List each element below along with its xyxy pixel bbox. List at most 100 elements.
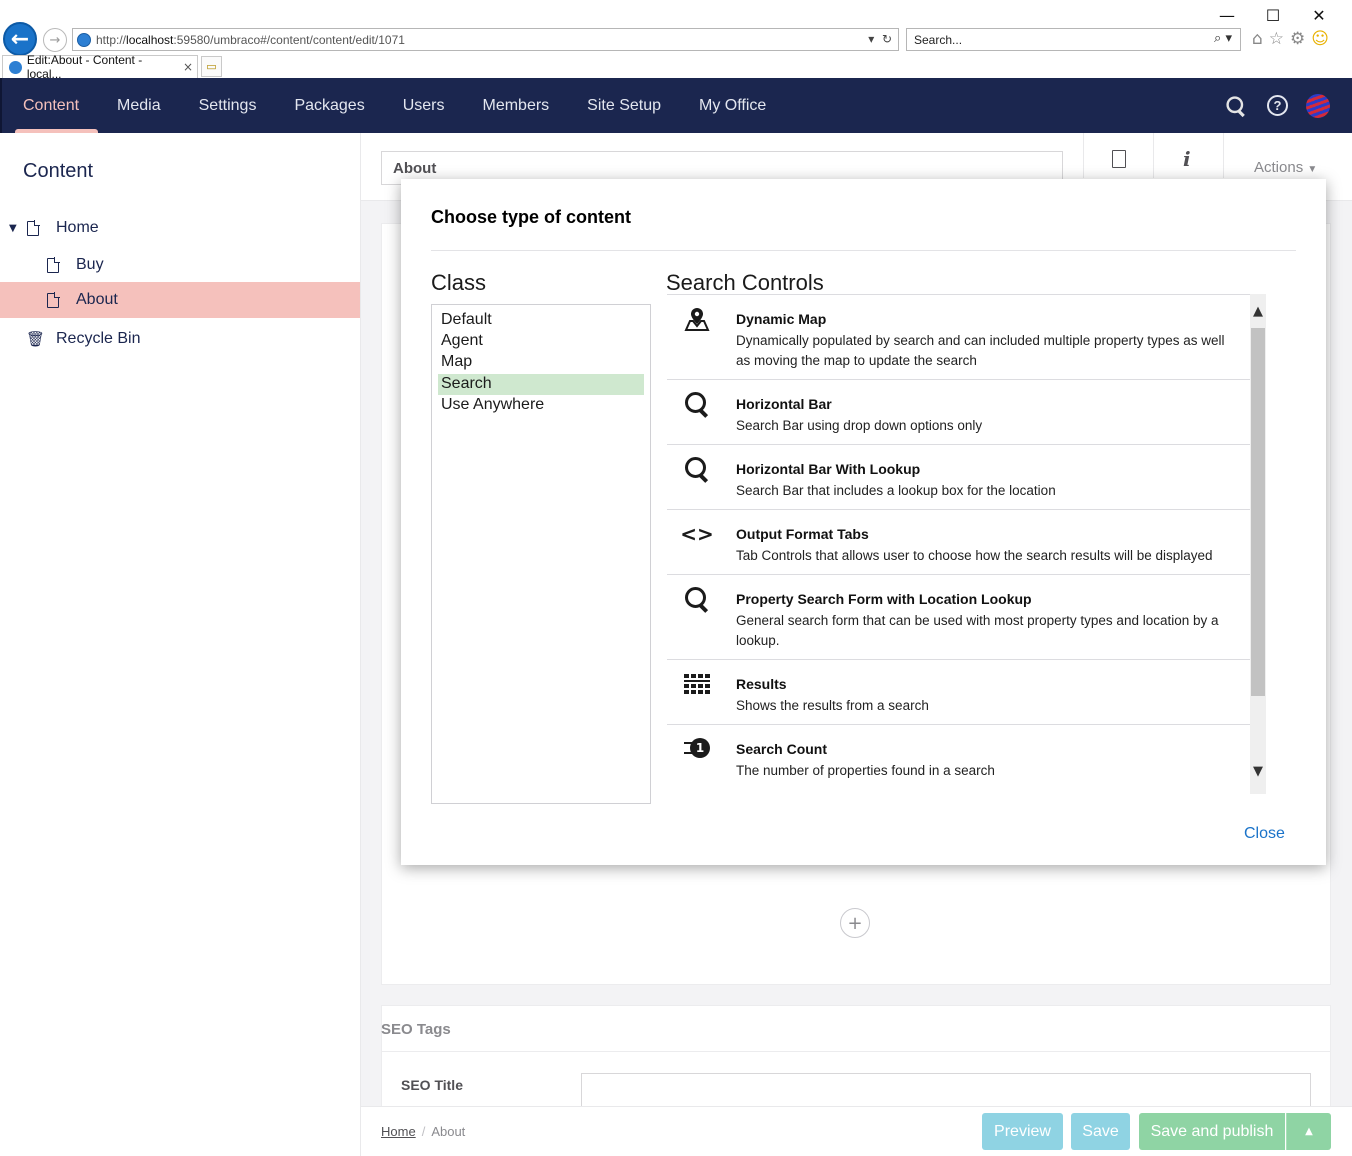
- refresh-icon[interactable]: ↻: [882, 32, 892, 46]
- tree-item-label: Recycle Bin: [56, 330, 141, 347]
- class-list[interactable]: Default Agent Map Search Use Anywhere: [431, 304, 651, 804]
- breadcrumb: Home / About: [381, 1124, 465, 1139]
- scroll-up-icon[interactable]: ▲: [1250, 304, 1266, 319]
- browser-search-input[interactable]: Search... ⌕ ▾: [906, 28, 1241, 51]
- class-item-map[interactable]: Map: [438, 352, 644, 373]
- smiley-icon[interactable]: ☺: [1311, 29, 1329, 49]
- control-name: Results: [736, 676, 787, 692]
- nav-site-setup[interactable]: Site Setup: [568, 78, 680, 133]
- scroll-down-icon[interactable]: ▼: [1250, 764, 1266, 779]
- nav-users[interactable]: Users: [384, 78, 464, 133]
- browser-tab[interactable]: Edit:About - Content - local... ×: [2, 53, 198, 81]
- url-rest: :59580/umbraco#/content/content/edit/107…: [173, 32, 405, 47]
- nav-sections: Content Media Settings Packages Users Me…: [2, 78, 1352, 133]
- forward-button[interactable]: →: [43, 28, 67, 52]
- seo-title-label: SEO Title: [401, 1077, 463, 1093]
- control-item-dynamic-map[interactable]: Dynamic Map Dynamically populated by sea…: [667, 294, 1250, 379]
- tab-close-icon[interactable]: ×: [183, 60, 193, 74]
- save-and-publish-button[interactable]: Save and publish: [1139, 1113, 1285, 1150]
- tab-favicon-icon: [9, 60, 22, 74]
- control-name: Horizontal Bar: [736, 396, 832, 412]
- tree-item-about[interactable]: About: [0, 282, 360, 318]
- nav-media[interactable]: Media: [98, 78, 180, 133]
- close-button[interactable]: Close: [1244, 825, 1285, 843]
- tree-item-buy[interactable]: Buy: [0, 247, 360, 283]
- seo-divider: [381, 1051, 1331, 1052]
- breadcrumb-home[interactable]: Home: [381, 1124, 416, 1139]
- close-window-button[interactable]: ✕: [1296, 4, 1342, 26]
- controls-scrollbar[interactable]: ▲ ▼: [1250, 294, 1266, 794]
- control-description: Shows the results from a search: [736, 698, 929, 713]
- actions-dropdown[interactable]: Actions ▼: [1254, 159, 1317, 176]
- minimize-button[interactable]: —: [1204, 4, 1250, 26]
- nav-content[interactable]: Content: [4, 78, 99, 133]
- counter-glyph: 1: [690, 738, 710, 758]
- class-heading: Class: [431, 270, 487, 295]
- home-icon[interactable]: ⌂: [1252, 29, 1263, 49]
- save-button[interactable]: Save: [1071, 1113, 1130, 1150]
- dialog-title: Choose type of content: [431, 207, 632, 227]
- gear-icon[interactable]: ⚙: [1290, 29, 1305, 49]
- tree-item-recycle-bin[interactable]: 🗑 Recycle Bin: [0, 321, 360, 357]
- help-icon[interactable]: ?: [1267, 95, 1288, 116]
- header-divider: [1153, 133, 1154, 178]
- document-icon: [47, 292, 60, 308]
- content-tree-sidebar: Content ▼ Home Buy About 🗑 Recycle Bin: [0, 133, 361, 1156]
- control-item-horizontal-bar-lookup[interactable]: Horizontal Bar With Lookup Search Bar th…: [667, 444, 1250, 509]
- nav-settings[interactable]: Settings: [180, 78, 276, 133]
- nav-members[interactable]: Members: [463, 78, 568, 133]
- new-tab-button[interactable]: ▭: [201, 56, 222, 77]
- control-item-output-format-tabs[interactable]: <> Output Format Tabs Tab Controls that …: [667, 509, 1250, 574]
- tree-item-home[interactable]: ▼ Home: [0, 210, 360, 246]
- url-prefix: http://: [96, 32, 127, 47]
- class-item-agent[interactable]: Agent: [438, 331, 644, 352]
- back-button[interactable]: ←: [3, 22, 37, 56]
- dropdown-icon[interactable]: ▾: [868, 32, 874, 46]
- tree-item-label: Buy: [76, 256, 104, 273]
- star-icon[interactable]: ☆: [1269, 29, 1284, 49]
- control-description: Tab Controls that allows user to choose …: [736, 548, 1213, 563]
- control-item-results[interactable]: Results Shows the results from a search: [667, 659, 1250, 724]
- control-description: The number of properties found in a sear…: [736, 763, 995, 778]
- publish-options-button[interactable]: ▲: [1286, 1113, 1331, 1150]
- class-item-search[interactable]: Search: [438, 373, 644, 395]
- search-icon[interactable]: [1226, 95, 1247, 116]
- arrow-left-icon: ←: [10, 26, 30, 52]
- maximize-button[interactable]: ☐: [1250, 4, 1296, 26]
- control-item-property-search-form[interactable]: Property Search Form with Location Looku…: [667, 574, 1250, 659]
- content-app-icon[interactable]: [1112, 150, 1126, 168]
- favicon-icon: [77, 32, 91, 47]
- code-brackets-icon: <>: [680, 522, 714, 546]
- control-item-horizontal-bar[interactable]: Horizontal Bar Search Bar using drop dow…: [667, 379, 1250, 444]
- controls-heading: Search Controls: [666, 270, 824, 295]
- scrollbar-thumb[interactable]: [1251, 328, 1265, 696]
- nav-tools: ?: [1223, 78, 1330, 133]
- seo-title-input[interactable]: [581, 1073, 1311, 1107]
- control-name: Search Count: [736, 741, 828, 757]
- class-item-use-anywhere[interactable]: Use Anywhere: [438, 395, 644, 416]
- new-tab-icon: ▭: [206, 61, 217, 73]
- editor-footer: Home / About Preview Save Save and publish…: [361, 1106, 1352, 1156]
- nav-packages[interactable]: Packages: [275, 78, 383, 133]
- nav-my-office[interactable]: My Office: [680, 78, 785, 133]
- tree-item-label: Home: [56, 219, 99, 236]
- avatar[interactable]: [1306, 93, 1330, 118]
- search-icon[interactable]: ⌕ ▾: [1214, 31, 1232, 46]
- control-description: Dynamically populated by search and can …: [736, 333, 1225, 368]
- breadcrumb-separator: /: [421, 1124, 426, 1139]
- control-item-search-count[interactable]: 1 Search Count The number of properties …: [667, 724, 1250, 789]
- breadcrumb-current: About: [431, 1124, 466, 1139]
- add-row-button[interactable]: +: [840, 908, 870, 938]
- address-bar[interactable]: http://localhost:59580/umbraco#/content/…: [72, 28, 899, 51]
- actions-label: Actions: [1254, 159, 1304, 176]
- preview-button[interactable]: Preview: [982, 1113, 1063, 1150]
- search-icon: [684, 456, 710, 482]
- caret-down-icon[interactable]: ▼: [9, 223, 17, 234]
- window-controls: — ☐ ✕: [1204, 4, 1342, 26]
- control-description: General search form that can be used wit…: [736, 613, 1219, 648]
- header-divider: [1083, 133, 1084, 178]
- counter-icon: 1: [684, 736, 710, 762]
- info-icon[interactable]: i: [1183, 147, 1191, 171]
- tab-title: Edit:About - Content - local...: [26, 53, 143, 81]
- class-item-default[interactable]: Default: [438, 310, 644, 331]
